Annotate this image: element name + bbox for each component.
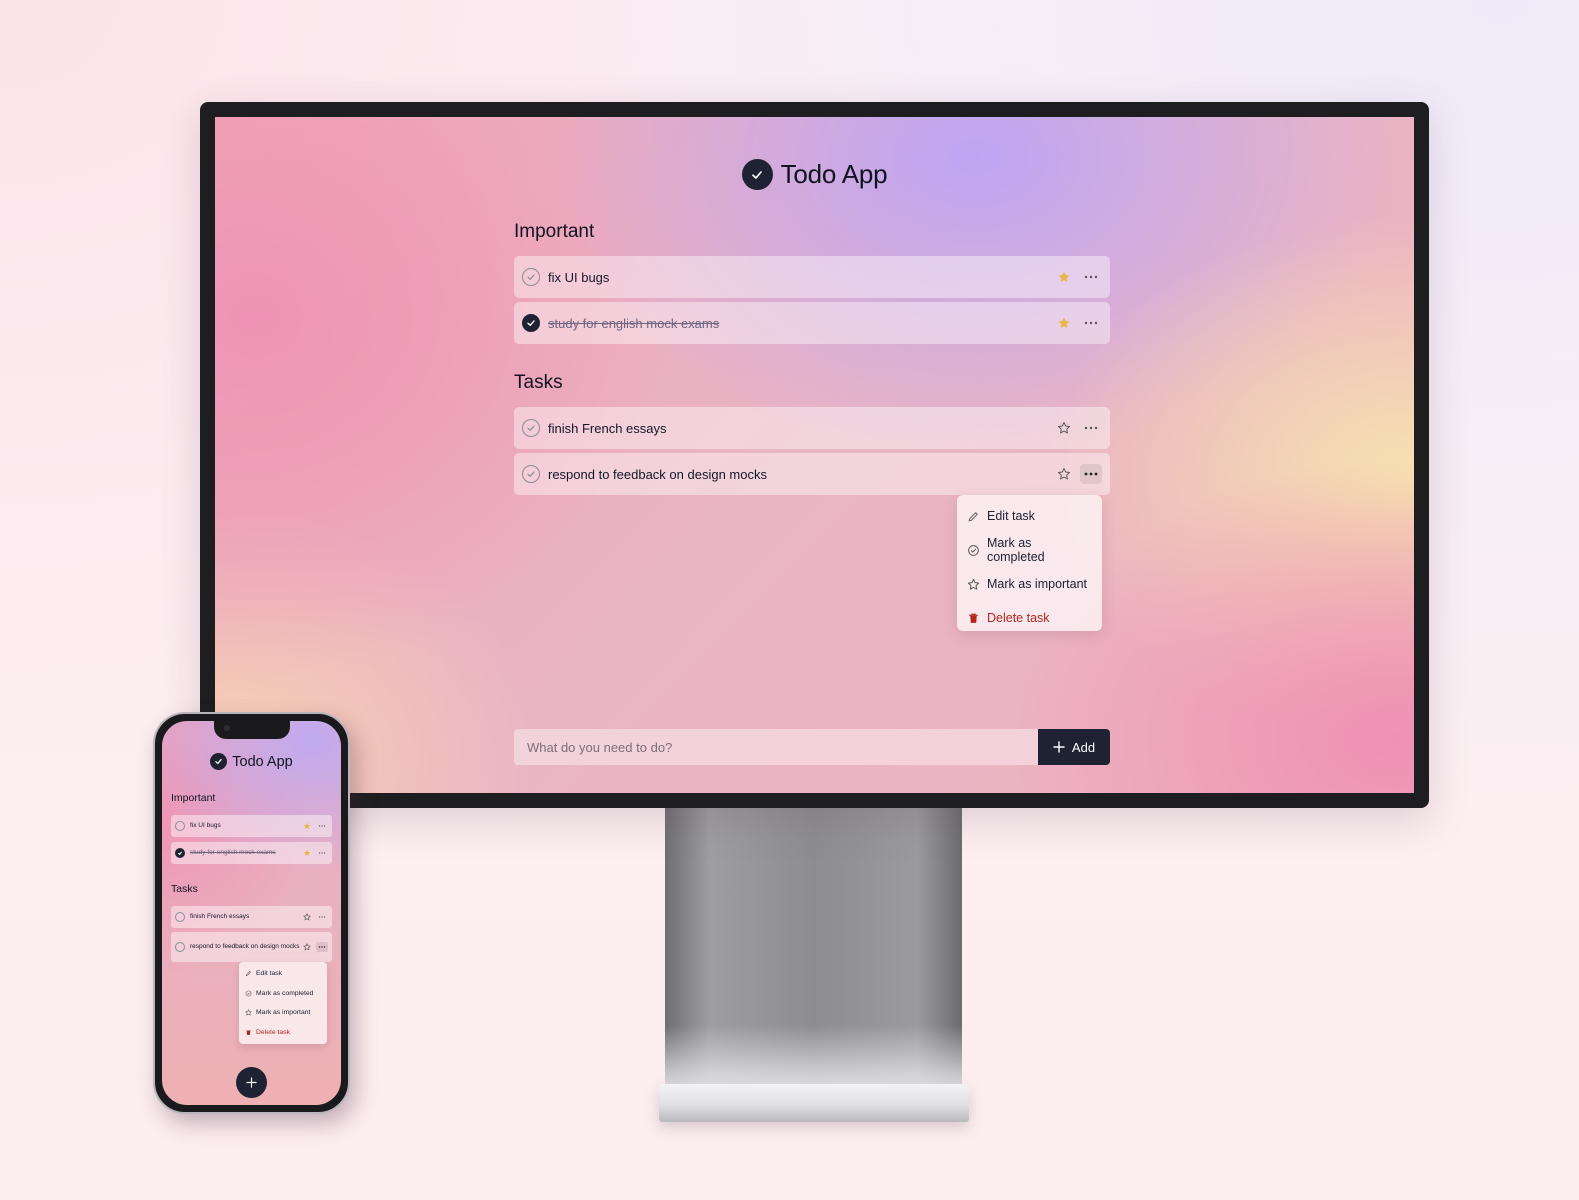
star-filled-icon[interactable]: [302, 821, 312, 831]
task-row[interactable]: finish French essays: [514, 407, 1110, 449]
mobile-screen: Todo App Important fix UI bugs study for…: [162, 721, 341, 1105]
check-logo-icon: [741, 159, 773, 190]
complete-toggle[interactable]: [522, 419, 540, 437]
mobile-task-row[interactable]: finish French essays: [171, 906, 332, 928]
new-task-composer: Add: [514, 729, 1110, 765]
task-text: respond to feedback on design mocks: [190, 942, 300, 950]
menu-item-mark-important[interactable]: Mark as important: [957, 567, 1102, 601]
menu-item-label: Delete task: [256, 1028, 291, 1036]
completed-check-icon[interactable]: [175, 848, 185, 858]
star-outline-icon[interactable]: [1055, 419, 1073, 437]
add-task-fab[interactable]: [236, 1067, 267, 1098]
complete-toggle[interactable]: [522, 268, 540, 286]
monitor-stand: [665, 805, 962, 1085]
task-context-menu: Edit task Mark as completed Mark as impo…: [957, 495, 1102, 631]
mobile-app-title: Todo App: [232, 753, 293, 770]
star-filled-icon[interactable]: [1055, 268, 1073, 286]
more-options-icon[interactable]: [1080, 418, 1102, 438]
more-options-icon[interactable]: [1080, 464, 1102, 484]
menu-item-edit-task[interactable]: Edit task: [239, 964, 327, 984]
pencil-icon: [968, 511, 978, 521]
complete-toggle[interactable]: [175, 942, 185, 952]
trash-icon: [969, 613, 978, 623]
star-outline-icon[interactable]: [1055, 465, 1073, 483]
more-options-icon[interactable]: [316, 848, 328, 858]
task-text: finish French essays: [548, 420, 667, 436]
check-circle-icon: [968, 544, 979, 556]
star-outline-icon: [245, 1009, 252, 1016]
check-logo-icon: [210, 753, 228, 770]
menu-item-mark-completed[interactable]: Mark as completed: [957, 533, 1102, 567]
menu-item-delete-task[interactable]: Delete task: [239, 1023, 327, 1043]
mobile-tasks-title: Tasks: [171, 883, 198, 895]
menu-item-label: Delete task: [987, 611, 1050, 625]
desktop-screen: Todo App Important fix UI bugs study for…: [215, 117, 1414, 793]
complete-toggle[interactable]: [522, 465, 540, 483]
mobile-task-row[interactable]: fix UI bugs: [171, 815, 332, 837]
check-circle-icon: [245, 990, 252, 997]
menu-item-label: Edit task: [987, 509, 1035, 523]
phone-notch: [213, 721, 290, 739]
star-outline-icon: [967, 578, 980, 590]
tasks-section-title: Tasks: [514, 372, 563, 393]
task-text: fix UI bugs: [190, 821, 221, 829]
star-outline-icon[interactable]: [302, 912, 312, 922]
menu-item-label: Mark as completed: [986, 536, 1045, 564]
menu-item-mark-completed[interactable]: Mark as completed: [239, 984, 327, 1004]
more-options-icon[interactable]: [316, 942, 328, 952]
mobile-task-row[interactable]: respond to feedback on design mocks: [171, 932, 332, 962]
more-options-icon[interactable]: [316, 912, 328, 922]
app-header: Todo App: [215, 159, 1414, 190]
more-options-icon[interactable]: [316, 821, 328, 831]
menu-item-mark-important[interactable]: Mark as important: [239, 1003, 327, 1023]
star-outline-icon[interactable]: [302, 942, 312, 952]
star-filled-icon[interactable]: [302, 848, 312, 858]
mobile-task-row[interactable]: study for english mock exams: [171, 842, 332, 864]
mobile-task-context-menu: Edit task Mark as completed Mark as impo…: [239, 962, 327, 1044]
menu-item-delete-task[interactable]: Delete task: [957, 601, 1102, 635]
new-task-input[interactable]: [514, 729, 1038, 765]
task-row[interactable]: fix UI bugs: [514, 256, 1110, 298]
important-section-title: Important: [514, 221, 595, 242]
task-text: respond to feedback on design mocks: [548, 466, 767, 482]
task-text: finish French essays: [190, 912, 250, 920]
more-options-icon[interactable]: [1080, 267, 1102, 287]
monitor-stand-base: [659, 1084, 969, 1122]
complete-toggle[interactable]: [175, 912, 185, 922]
menu-item-edit-task[interactable]: Edit task: [957, 499, 1102, 533]
trash-icon: [246, 1030, 251, 1035]
plus-icon: [1053, 741, 1065, 753]
task-text: study for english mock exams: [190, 848, 276, 856]
add-button-label: Add: [1071, 739, 1096, 755]
menu-item-label: Edit task: [256, 970, 283, 978]
task-row[interactable]: respond to feedback on design mocks: [514, 453, 1110, 495]
star-filled-icon[interactable]: [1055, 314, 1073, 332]
complete-toggle[interactable]: [175, 821, 185, 831]
mobile-important-title: Important: [171, 792, 216, 804]
menu-item-label: Mark as important: [987, 577, 1088, 591]
more-options-icon[interactable]: [1080, 313, 1102, 333]
mobile-phone: Todo App Important fix UI bugs study for…: [153, 712, 350, 1114]
mobile-app-header: Todo App: [162, 753, 341, 770]
task-row[interactable]: study for english mock exams: [514, 302, 1110, 344]
add-task-button[interactable]: Add: [1038, 729, 1110, 765]
menu-item-label: Mark as important: [256, 1009, 311, 1017]
task-text: fix UI bugs: [548, 269, 610, 285]
completed-check-icon[interactable]: [522, 314, 540, 332]
task-text: study for english mock exams: [548, 315, 720, 331]
plus-icon: [246, 1077, 257, 1088]
app-title: Todo App: [780, 159, 888, 189]
menu-item-label: Mark as completed: [256, 989, 314, 997]
desktop-monitor: Todo App Important fix UI bugs study for…: [200, 102, 1429, 808]
pencil-icon: [245, 971, 251, 977]
